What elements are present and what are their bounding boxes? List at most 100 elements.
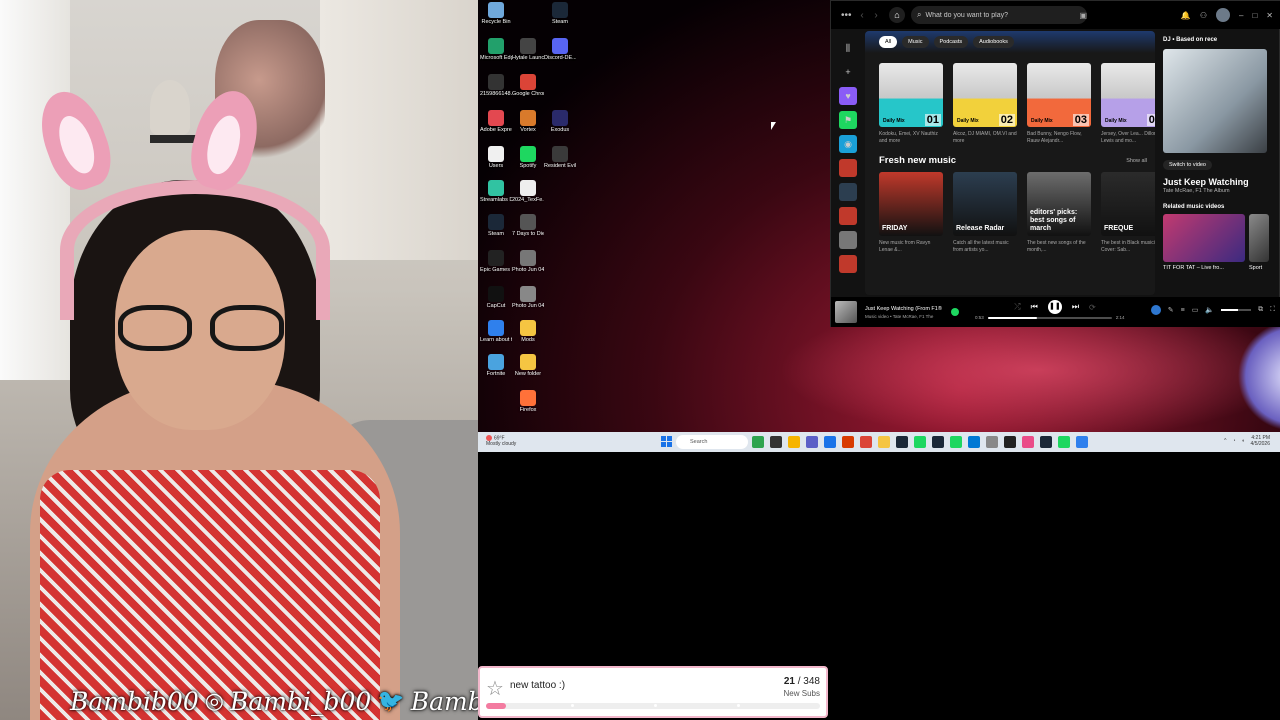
playlist-card[interactable]: FRIDAY New music from Ravyn Lenae &...: [879, 172, 943, 254]
desktop-icon[interactable]: Learn about this picture: [480, 320, 512, 354]
saved-icon[interactable]: ⚑: [839, 111, 857, 129]
desktop-icon[interactable]: Discord-DE...: [544, 38, 576, 72]
desktop-icon[interactable]: New folder: [512, 354, 544, 388]
taskbar-app-icon[interactable]: [1040, 436, 1052, 448]
maximize-icon[interactable]: □: [1252, 11, 1257, 20]
spotify-search-input[interactable]: [925, 11, 1072, 19]
switch-to-video-button[interactable]: Switch to video: [1163, 160, 1212, 170]
repeat-icon[interactable]: ⟳: [1089, 303, 1096, 312]
avatar[interactable]: [1216, 8, 1230, 22]
now-playing-artwork[interactable]: [1163, 49, 1267, 153]
desktop-icon[interactable]: 7 Days to Die: [512, 214, 544, 248]
clock[interactable]: 4:21 PM 4/5/2026: [1251, 435, 1270, 447]
lyrics-icon[interactable]: ✎: [1168, 306, 1174, 314]
desktop-icon[interactable]: Users: [480, 146, 512, 180]
shuffle-icon[interactable]: ⤮: [1014, 302, 1020, 312]
taskbar-app-icon[interactable]: [788, 436, 800, 448]
playlist-icon[interactable]: [839, 159, 857, 177]
desktop-icon[interactable]: Photo Jun 04 2022, 3 45 ...: [512, 286, 544, 320]
taskbar-app-icon[interactable]: [878, 436, 890, 448]
menu-dots-icon[interactable]: •••: [841, 10, 855, 21]
playlist-card[interactable]: Release Radar Catch all the latest music …: [953, 172, 1017, 254]
taskbar-app-icon[interactable]: [986, 436, 998, 448]
queue-icon[interactable]: ≡: [1181, 307, 1185, 314]
desktop-icon[interactable]: Streamlabs Desktop: [480, 180, 512, 214]
desktop-icon[interactable]: Spotify: [512, 146, 544, 180]
taskbar-app-icon[interactable]: [824, 436, 836, 448]
saved-check-icon[interactable]: [951, 308, 959, 316]
plus-icon[interactable]: +: [839, 63, 857, 81]
taskbar-app-icon[interactable]: [770, 436, 782, 448]
desktop-icon[interactable]: Fortnite: [480, 354, 512, 388]
desktop-icon[interactable]: Resident Evil Requiem: [544, 146, 576, 180]
taskbar-app-icon[interactable]: [1022, 436, 1034, 448]
desktop-icon[interactable]: Firefox: [512, 390, 544, 424]
desktop-icon[interactable]: Google Chrome: [512, 74, 544, 108]
back-arrow-icon[interactable]: ‹: [855, 10, 869, 21]
taskbar-search[interactable]: Search: [676, 435, 748, 449]
fullscreen-icon[interactable]: ⛶: [1270, 306, 1275, 314]
desktop-icon[interactable]: Steam: [480, 214, 512, 248]
forward-arrow-icon[interactable]: ›: [869, 10, 883, 21]
browse-icon[interactable]: ▣: [1079, 11, 1087, 20]
desktop-icon[interactable]: Vortex: [512, 110, 544, 144]
desktop-icon[interactable]: Recycle Bin: [480, 2, 512, 36]
taskbar-app-icon[interactable]: [914, 436, 926, 448]
related-video-title[interactable]: Sport: [1249, 265, 1262, 271]
pause-button[interactable]: ❚❚: [1047, 300, 1062, 314]
start-button[interactable]: [661, 436, 672, 447]
desktop-icon[interactable]: Hytale Launcher: [512, 38, 544, 72]
side-track-artist[interactable]: Tate McRae, F1 The Album: [1163, 188, 1275, 194]
spotify-search-box[interactable]: ⌕ ▣: [911, 6, 1087, 24]
network-icon[interactable]: ◔: [1232, 438, 1235, 444]
close-icon[interactable]: ✕: [1266, 11, 1273, 20]
playlist-card[interactable]: editors' picks: best songs of march The b…: [1027, 172, 1091, 254]
taskbar-app-icon[interactable]: [896, 436, 908, 448]
daily-mix-card[interactable]: Daily Mix 01 Kodoku, Emei, XV Nauthiz and …: [879, 63, 943, 145]
related-video-thumb[interactable]: [1163, 214, 1245, 262]
desktop-icon[interactable]: CapCut: [480, 286, 512, 320]
liked-songs-icon[interactable]: ♥: [839, 87, 857, 105]
playlist-icon[interactable]: [839, 183, 857, 201]
taskbar-app-icon[interactable]: [752, 436, 764, 448]
taskbar-app-icon[interactable]: [1004, 436, 1016, 448]
taskbar-app-icon[interactable]: [806, 436, 818, 448]
daily-mix-card[interactable]: Daily Mix 03 Bad Bunny, Ñengo Flow, Rauw A…: [1027, 63, 1091, 145]
taskbar-app-icon[interactable]: [968, 436, 980, 448]
playlist-icon[interactable]: [839, 207, 857, 225]
volume-slider[interactable]: [1221, 309, 1252, 311]
next-icon[interactable]: ⏭: [1072, 302, 1079, 312]
now-playing-view-icon[interactable]: [1150, 305, 1161, 315]
device-icon[interactable]: ▭: [1192, 306, 1199, 314]
weather-widget[interactable]: 69°F Mostly cloudy: [486, 435, 516, 447]
filter-chip-podcasts[interactable]: Podcasts: [933, 36, 969, 48]
filter-chip-all[interactable]: All: [879, 36, 898, 48]
taskbar-app-icon[interactable]: [1058, 436, 1070, 448]
related-video-thumb[interactable]: [1249, 214, 1269, 262]
now-playing-subtitle[interactable]: Music video • Tate McRae, F1 The: [865, 314, 949, 319]
daily-mix-card[interactable]: Daily Mix 04 Jersey, Over Lea... Dillon Le…: [1101, 63, 1155, 145]
taskbar-app-icon[interactable]: [950, 436, 962, 448]
artist-icon[interactable]: [839, 255, 857, 273]
chevron-up-icon[interactable]: ^: [1224, 438, 1226, 444]
taskbar-app-icon[interactable]: [860, 436, 872, 448]
desktop-icon[interactable]: Adobe Expre...: [480, 110, 512, 144]
library-icon[interactable]: ⫼: [839, 39, 857, 57]
desktop-icon[interactable]: Exodus: [544, 110, 576, 144]
desktop-icon[interactable]: 2024_TexFe... (1): [512, 180, 544, 214]
desktop-icon[interactable]: Epic Games Launcher: [480, 250, 512, 284]
desktop-icon[interactable]: 2159866148...: [480, 74, 512, 108]
volume-icon[interactable]: 🔈: [1205, 306, 1214, 314]
playlist-card[interactable]: FREQUE The best in Black musici Cover: Sa…: [1101, 172, 1155, 254]
minimize-icon[interactable]: –: [1239, 11, 1243, 20]
now-playing-thumb[interactable]: [835, 301, 857, 323]
previous-icon[interactable]: ⏮: [1031, 302, 1038, 312]
desktop-icon[interactable]: Steam: [544, 2, 576, 36]
friends-icon[interactable]: ⚇: [1200, 11, 1207, 20]
daily-mix-card[interactable]: Daily Mix 02 Alcoz, DJ MIAMI, OM.VI and mo…: [953, 63, 1017, 145]
side-track-title[interactable]: Just Keep Watching: [1163, 177, 1275, 187]
radio-icon[interactable]: ◉: [839, 135, 857, 153]
filter-chip-audiobooks[interactable]: Audiobooks: [973, 36, 1014, 48]
miniplayer-icon[interactable]: ⧉: [1258, 306, 1263, 314]
taskbar-app-icon[interactable]: [842, 436, 854, 448]
